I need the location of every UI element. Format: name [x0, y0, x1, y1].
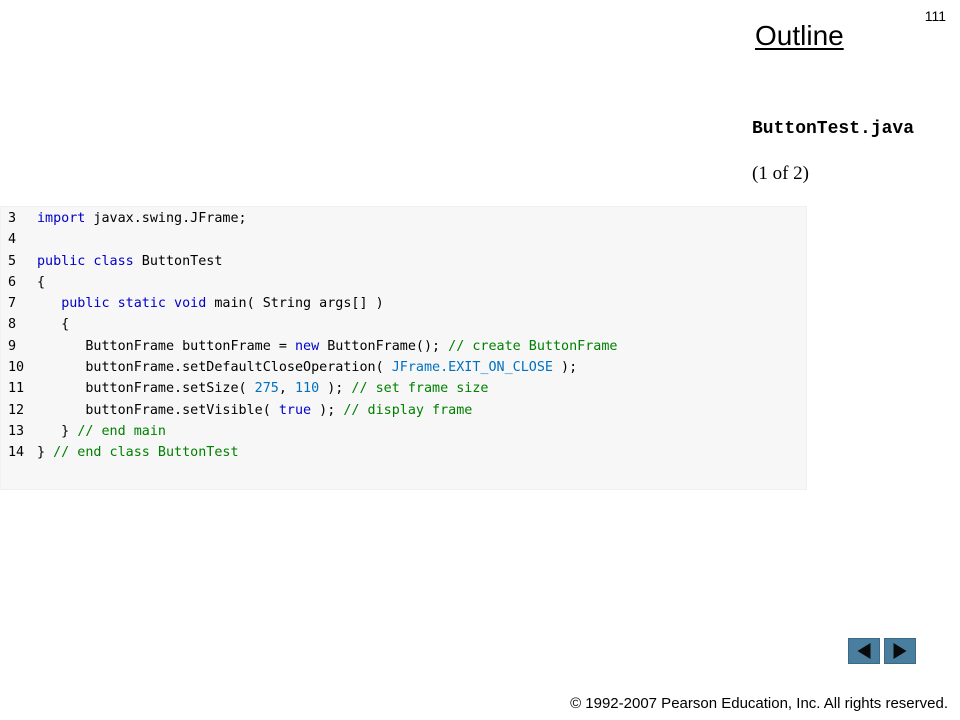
code-text: buttonFrame.setDefaultCloseOperation( JF… [37, 357, 577, 378]
line-number: 5 [8, 253, 17, 269]
code-text: import javax.swing.JFrame; [37, 208, 247, 229]
code-token: , [278, 381, 295, 397]
previous-slide-button[interactable] [848, 638, 880, 664]
outline-title: Outline [755, 20, 844, 51]
code-token: // end class ButtonTest [53, 445, 239, 461]
line-number: 14 [8, 445, 25, 461]
code-line: 4 [1, 229, 806, 250]
code-token: // display frame [343, 402, 473, 418]
code-token: ButtonFrame(); [319, 338, 449, 354]
code-text: } // end class ButtonTest [37, 442, 239, 463]
code-token: // end main [77, 423, 166, 439]
code-token: // set frame size [351, 381, 489, 397]
line-number: 7 [8, 296, 17, 312]
code-line: 11 buttonFrame.setSize( 275, 110 ); // s… [1, 378, 806, 399]
code-token: public static void [61, 296, 207, 312]
code-listing: 3 import javax.swing.JFrame; 4 5 public clas… [0, 206, 807, 490]
code-token: buttonFrame.setSize( [37, 381, 255, 397]
code-token: 275 [254, 381, 279, 397]
code-token: buttonFrame.setVisible( [37, 402, 279, 418]
left-triangle-icon [857, 643, 871, 659]
code-token: 110 [294, 381, 320, 397]
code-line: 14} // end class ButtonTest [1, 442, 806, 463]
right-triangle-icon [893, 643, 907, 659]
code-text: { [37, 314, 69, 335]
code-token: buttonFrame.setDefaultCloseOperation( [37, 360, 392, 376]
code-token: ButtonFrame buttonFrame = [37, 338, 295, 354]
code-token: ); [552, 360, 578, 376]
code-line: 12 buttonFrame.setVisible( true ); // di… [1, 400, 806, 421]
code-line: 3 import javax.swing.JFrame; [1, 208, 806, 229]
code-token: ButtonTest [133, 253, 223, 269]
line-number: 13 [8, 423, 25, 439]
code-token: main( String args[] ) [206, 296, 384, 312]
line-number: 8 [8, 317, 17, 333]
code-line: 8 { [1, 314, 806, 335]
code-token: new [294, 338, 320, 354]
copyright-notice: © 1992-2007 Pearson Education, Inc. All … [570, 695, 948, 712]
code-text: buttonFrame.setSize( 275, 110 ); // set … [37, 378, 488, 399]
code-token: } [37, 423, 78, 439]
code-token: } [37, 445, 54, 461]
page-number: 111 [924, 8, 946, 24]
code-line: 7 public static void main( String args[]… [1, 293, 806, 314]
code-text: { [37, 272, 45, 293]
code-text: public class ButtonTest [37, 251, 222, 272]
code-text: buttonFrame.setVisible( true ); // displ… [37, 400, 472, 421]
line-number: 12 [8, 402, 25, 418]
code-token: public class [37, 253, 134, 269]
code-line: 9 ButtonFrame buttonFrame = new ButtonFr… [1, 336, 806, 357]
code-text: } // end main [37, 421, 166, 442]
line-number: 10 [8, 360, 25, 376]
code-token: { [37, 274, 46, 290]
line-number: 4 [8, 232, 17, 248]
code-line: 5 public class ButtonTest [1, 251, 806, 272]
code-text: public static void main( String args[] ) [37, 293, 384, 314]
navigation-buttons [848, 638, 916, 664]
code-token: JFrame.EXIT_ON_CLOSE [391, 360, 553, 376]
file-name: ButtonTest.java [752, 119, 915, 139]
code-token: ); [311, 402, 344, 418]
code-text: ButtonFrame buttonFrame = new ButtonFram… [37, 336, 617, 357]
code-line: 13 } // end main [1, 421, 806, 442]
code-line: 6{ [1, 272, 806, 293]
code-token: // create ButtonFrame [448, 338, 618, 354]
code-token: ); [319, 381, 352, 397]
part-indicator: (1 of 2) [752, 163, 809, 184]
line-number: 6 [8, 274, 17, 290]
code-token: true [278, 402, 312, 418]
line-number: 3 [8, 211, 17, 226]
next-slide-button[interactable] [884, 638, 916, 664]
line-number: 9 [8, 338, 17, 354]
line-number: 11 [8, 381, 25, 397]
code-token: { [37, 317, 70, 333]
code-token: import javax.swing.JFrame; [37, 211, 247, 226]
code-line: 10 buttonFrame.setDefaultCloseOperation(… [1, 357, 806, 378]
